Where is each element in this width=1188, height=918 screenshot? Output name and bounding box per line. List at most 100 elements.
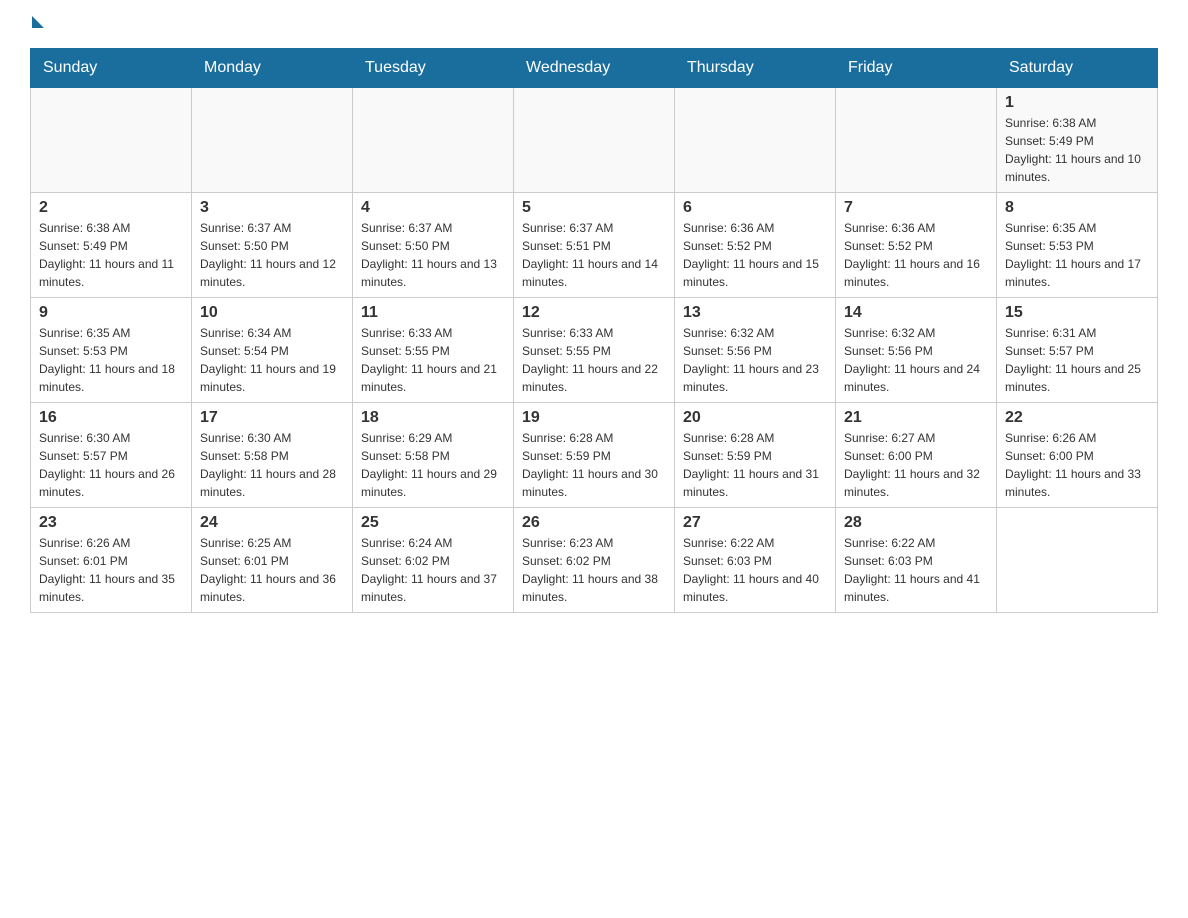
calendar-cell <box>514 88 675 193</box>
day-info: Sunrise: 6:22 AMSunset: 6:03 PMDaylight:… <box>844 534 988 606</box>
calendar-cell: 15 Sunrise: 6:31 AMSunset: 5:57 PMDayligh… <box>997 298 1158 403</box>
weekday-header-monday: Monday <box>192 49 353 88</box>
day-number: 3 <box>200 199 344 217</box>
day-number: 22 <box>1005 409 1149 427</box>
calendar-cell: 3 Sunrise: 6:37 AMSunset: 5:50 PMDaylight… <box>192 193 353 298</box>
day-number: 27 <box>683 514 827 532</box>
calendar-cell: 20 Sunrise: 6:28 AMSunset: 5:59 PMDayligh… <box>675 403 836 508</box>
day-number: 4 <box>361 199 505 217</box>
day-info: Sunrise: 6:38 AMSunset: 5:49 PMDaylight:… <box>1005 114 1149 186</box>
day-number: 17 <box>200 409 344 427</box>
day-info: Sunrise: 6:28 AMSunset: 5:59 PMDaylight:… <box>683 429 827 501</box>
day-number: 21 <box>844 409 988 427</box>
day-number: 15 <box>1005 304 1149 322</box>
calendar-week-row: 1 Sunrise: 6:38 AMSunset: 5:49 PMDaylight… <box>31 88 1158 193</box>
day-number: 9 <box>39 304 183 322</box>
calendar-cell: 11 Sunrise: 6:33 AMSunset: 5:55 PMDayligh… <box>353 298 514 403</box>
calendar-cell: 9 Sunrise: 6:35 AMSunset: 5:53 PMDaylight… <box>31 298 192 403</box>
calendar-week-row: 9 Sunrise: 6:35 AMSunset: 5:53 PMDaylight… <box>31 298 1158 403</box>
day-number: 23 <box>39 514 183 532</box>
day-info: Sunrise: 6:28 AMSunset: 5:59 PMDaylight:… <box>522 429 666 501</box>
calendar-cell: 28Sunrise: 6:22 AMSunset: 6:03 PMDayligh… <box>836 508 997 613</box>
calendar-cell: 14Sunrise: 6:32 AMSunset: 5:56 PMDayligh… <box>836 298 997 403</box>
day-info: Sunrise: 6:35 AMSunset: 5:53 PMDaylight:… <box>39 324 183 396</box>
weekday-header-wednesday: Wednesday <box>514 49 675 88</box>
day-info: Sunrise: 6:30 AMSunset: 5:58 PMDaylight:… <box>200 429 344 501</box>
day-info: Sunrise: 6:30 AMSunset: 5:57 PMDaylight:… <box>39 429 183 501</box>
day-number: 20 <box>683 409 827 427</box>
day-info: Sunrise: 6:24 AMSunset: 6:02 PMDaylight:… <box>361 534 505 606</box>
day-info: Sunrise: 6:36 AMSunset: 5:52 PMDaylight:… <box>844 219 988 291</box>
day-number: 26 <box>522 514 666 532</box>
day-info: Sunrise: 6:38 AMSunset: 5:49 PMDaylight:… <box>39 219 183 291</box>
day-number: 11 <box>361 304 505 322</box>
calendar-cell: 13 Sunrise: 6:32 AMSunset: 5:56 PMDayligh… <box>675 298 836 403</box>
calendar-cell: 1 Sunrise: 6:38 AMSunset: 5:49 PMDaylight… <box>997 88 1158 193</box>
page-header <box>30 20 1158 28</box>
calendar-cell: 19 Sunrise: 6:28 AMSunset: 5:59 PMDayligh… <box>514 403 675 508</box>
calendar-cell <box>675 88 836 193</box>
logo-arrow-icon <box>32 16 44 28</box>
calendar-cell: 26 Sunrise: 6:23 AMSunset: 6:02 PMDayligh… <box>514 508 675 613</box>
calendar-cell: 24 Sunrise: 6:25 AMSunset: 6:01 PMDayligh… <box>192 508 353 613</box>
day-info: Sunrise: 6:29 AMSunset: 5:58 PMDaylight:… <box>361 429 505 501</box>
calendar-cell: 17 Sunrise: 6:30 AMSunset: 5:58 PMDayligh… <box>192 403 353 508</box>
day-info: Sunrise: 6:37 AMSunset: 5:50 PMDaylight:… <box>200 219 344 291</box>
day-info: Sunrise: 6:27 AMSunset: 6:00 PMDaylight:… <box>844 429 988 501</box>
day-info: Sunrise: 6:31 AMSunset: 5:57 PMDaylight:… <box>1005 324 1149 396</box>
day-info: Sunrise: 6:36 AMSunset: 5:52 PMDaylight:… <box>683 219 827 291</box>
calendar-cell: 5 Sunrise: 6:37 AMSunset: 5:51 PMDaylight… <box>514 193 675 298</box>
day-number: 13 <box>683 304 827 322</box>
calendar-cell: 27 Sunrise: 6:22 AMSunset: 6:03 PMDayligh… <box>675 508 836 613</box>
calendar-cell: 16 Sunrise: 6:30 AMSunset: 5:57 PMDayligh… <box>31 403 192 508</box>
weekday-header-thursday: Thursday <box>675 49 836 88</box>
calendar-cell: 12 Sunrise: 6:33 AMSunset: 5:55 PMDayligh… <box>514 298 675 403</box>
day-number: 19 <box>522 409 666 427</box>
day-info: Sunrise: 6:25 AMSunset: 6:01 PMDaylight:… <box>200 534 344 606</box>
day-info: Sunrise: 6:22 AMSunset: 6:03 PMDaylight:… <box>683 534 827 606</box>
day-info: Sunrise: 6:35 AMSunset: 5:53 PMDaylight:… <box>1005 219 1149 291</box>
day-number: 18 <box>361 409 505 427</box>
calendar-cell: 6 Sunrise: 6:36 AMSunset: 5:52 PMDaylight… <box>675 193 836 298</box>
day-number: 24 <box>200 514 344 532</box>
day-number: 16 <box>39 409 183 427</box>
weekday-header-sunday: Sunday <box>31 49 192 88</box>
calendar-cell <box>353 88 514 193</box>
day-info: Sunrise: 6:26 AMSunset: 6:00 PMDaylight:… <box>1005 429 1149 501</box>
calendar-cell: 25 Sunrise: 6:24 AMSunset: 6:02 PMDayligh… <box>353 508 514 613</box>
day-number: 25 <box>361 514 505 532</box>
logo <box>30 20 44 28</box>
day-number: 1 <box>1005 94 1149 112</box>
day-number: 10 <box>200 304 344 322</box>
day-info: Sunrise: 6:23 AMSunset: 6:02 PMDaylight:… <box>522 534 666 606</box>
day-number: 8 <box>1005 199 1149 217</box>
calendar-cell <box>997 508 1158 613</box>
calendar-cell: 7 Sunrise: 6:36 AMSunset: 5:52 PMDaylight… <box>836 193 997 298</box>
day-info: Sunrise: 6:37 AMSunset: 5:51 PMDaylight:… <box>522 219 666 291</box>
day-info: Sunrise: 6:34 AMSunset: 5:54 PMDaylight:… <box>200 324 344 396</box>
weekday-header-friday: Friday <box>836 49 997 88</box>
calendar-table: SundayMondayTuesdayWednesdayThursdayFrid… <box>30 48 1158 613</box>
day-number: 12 <box>522 304 666 322</box>
calendar-cell: 4 Sunrise: 6:37 AMSunset: 5:50 PMDaylight… <box>353 193 514 298</box>
calendar-cell: 2 Sunrise: 6:38 AMSunset: 5:49 PMDaylight… <box>31 193 192 298</box>
weekday-header-tuesday: Tuesday <box>353 49 514 88</box>
day-number: 7 <box>844 199 988 217</box>
calendar-cell <box>836 88 997 193</box>
day-info: Sunrise: 6:32 AMSunset: 5:56 PMDaylight:… <box>683 324 827 396</box>
calendar-cell <box>31 88 192 193</box>
day-number: 2 <box>39 199 183 217</box>
calendar-cell: 23Sunrise: 6:26 AMSunset: 6:01 PMDayligh… <box>31 508 192 613</box>
day-number: 6 <box>683 199 827 217</box>
calendar-week-row: 2 Sunrise: 6:38 AMSunset: 5:49 PMDaylight… <box>31 193 1158 298</box>
day-number: 5 <box>522 199 666 217</box>
day-info: Sunrise: 6:33 AMSunset: 5:55 PMDaylight:… <box>361 324 505 396</box>
calendar-cell: 22 Sunrise: 6:26 AMSunset: 6:00 PMDayligh… <box>997 403 1158 508</box>
calendar-week-row: 16 Sunrise: 6:30 AMSunset: 5:57 PMDayligh… <box>31 403 1158 508</box>
calendar-cell: 18 Sunrise: 6:29 AMSunset: 5:58 PMDayligh… <box>353 403 514 508</box>
day-info: Sunrise: 6:37 AMSunset: 5:50 PMDaylight:… <box>361 219 505 291</box>
calendar-week-row: 23Sunrise: 6:26 AMSunset: 6:01 PMDayligh… <box>31 508 1158 613</box>
calendar-cell: 10 Sunrise: 6:34 AMSunset: 5:54 PMDayligh… <box>192 298 353 403</box>
calendar-cell: 8 Sunrise: 6:35 AMSunset: 5:53 PMDaylight… <box>997 193 1158 298</box>
day-info: Sunrise: 6:33 AMSunset: 5:55 PMDaylight:… <box>522 324 666 396</box>
